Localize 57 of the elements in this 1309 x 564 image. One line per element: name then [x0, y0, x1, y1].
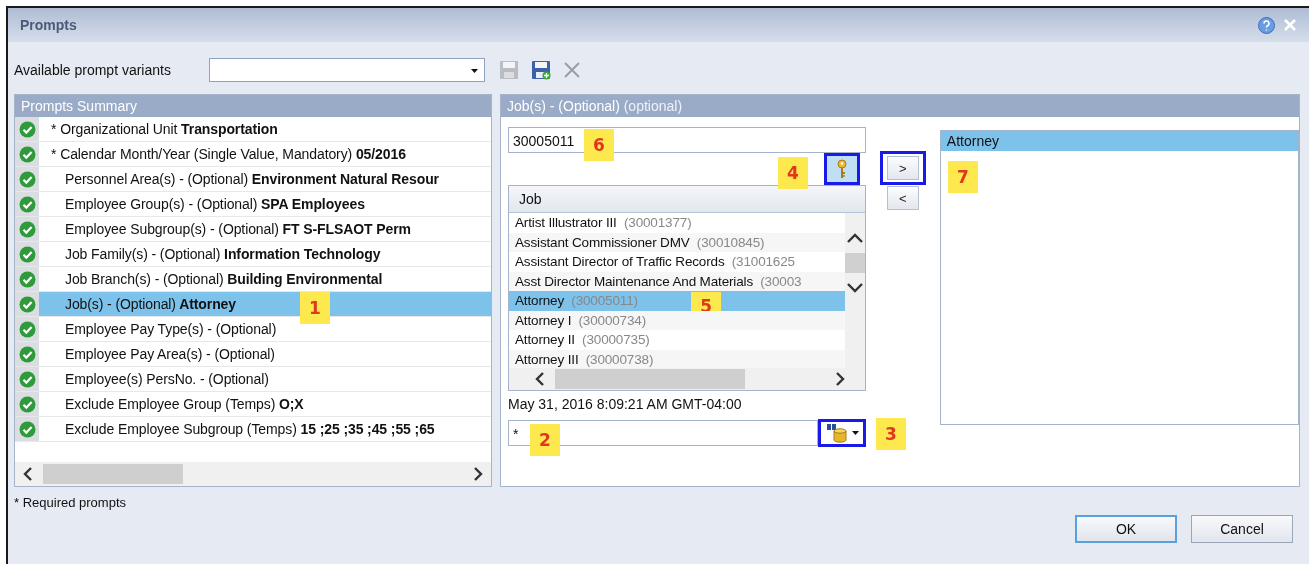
horizontal-scrollbar[interactable] [15, 462, 491, 486]
prompt-item[interactable]: Exclude Employee Subgroup (Temps) 15 ;25 ;35 ;45 ;55 ;65 [39, 417, 491, 441]
key-button[interactable] [824, 153, 860, 185]
prompt-item[interactable]: * Organizational Unit Transportation [39, 117, 491, 141]
job-item[interactable]: Attorney II (30000735) [509, 330, 845, 350]
ok-button[interactable]: OK [1075, 515, 1177, 543]
prompt-item[interactable]: Exclude Employee Group (Temps) O;X [39, 392, 491, 416]
cancel-button[interactable]: Cancel [1191, 515, 1293, 543]
prompt-item[interactable]: Employee Group(s) - (Optional) SPA Employees [39, 192, 491, 216]
scroll-right-icon[interactable] [835, 372, 845, 386]
scroll-down-icon[interactable] [847, 283, 863, 293]
timestamp: May 31, 2016 8:09:21 AM GMT-04:00 [508, 396, 743, 414]
scroll-thumb[interactable] [845, 253, 865, 273]
job-item[interactable]: Attorney III (30000738) [509, 349, 845, 368]
callout-number: 4 [778, 157, 808, 189]
prompt-item[interactable]: Job Branch(s) - (Optional) Building Environmental [39, 267, 491, 291]
job-item[interactable]: Assistant Director of Traffic Records (31001625 [509, 252, 845, 272]
scroll-right-icon[interactable] [473, 467, 483, 481]
prompt-item[interactable]: Employee(s) PersNo. - (Optional) [39, 367, 491, 391]
key-icon [837, 159, 847, 179]
prompt-item[interactable]: Employee Subgroup(s) - (Optional) FT S-FLSAOT Perm [39, 217, 491, 241]
panel-header: Prompts Summary [15, 95, 491, 117]
job-item[interactable]: Assistant Commissioner DMV (30010845) [509, 232, 845, 252]
caret-icon [471, 69, 478, 73]
prompt-item[interactable]: Personnel Area(s) - (Optional) Environment Natural Resour [39, 167, 491, 191]
window-title: Prompts [20, 17, 77, 33]
scroll-thumb[interactable] [555, 369, 745, 389]
callout-number: 1 [300, 292, 330, 324]
database-search-icon [825, 423, 848, 443]
scroll-left-icon[interactable] [535, 372, 545, 386]
scroll-thumb[interactable] [43, 464, 183, 484]
variants-dropdown[interactable] [209, 58, 485, 82]
vertical-scrollbar[interactable] [845, 213, 865, 368]
scroll-up-icon[interactable] [847, 233, 863, 243]
job-item[interactable]: Artist Illustrator III (30001377) [509, 213, 845, 233]
required-note: * Required prompts [14, 495, 126, 512]
panel-header: Job(s) - (Optional) (optional) [501, 95, 1299, 117]
save-as-icon[interactable] [531, 60, 551, 80]
column-header[interactable]: Job [509, 186, 865, 213]
caret-icon [851, 431, 859, 435]
horizontal-scrollbar[interactable] [509, 368, 865, 390]
job-item[interactable]: Attorney I (30000734) [509, 310, 845, 330]
prompt-item[interactable]: Employee Pay Area(s) - (Optional) [39, 342, 491, 366]
job-item[interactable]: Asst Director Maintenance And Materials (30003 [509, 271, 845, 291]
prompt-item[interactable]: Job Family(s) - (Optional) Information Technology [39, 242, 491, 266]
prompt-item[interactable]: * Calendar Month/Year (Single Value, Mandatory) 05/2016 [39, 142, 491, 166]
selected-item[interactable]: Attorney [940, 131, 1298, 151]
callout-number: 7 [947, 161, 978, 193]
variants-label: Available prompt variants [14, 62, 172, 78]
callout-number: 6 [584, 129, 614, 161]
search-button[interactable] [818, 419, 866, 447]
remove-button[interactable]: < [886, 186, 919, 210]
help-icon[interactable] [1258, 16, 1275, 34]
scroll-left-icon[interactable] [23, 467, 33, 481]
callout-number: 3 [876, 418, 906, 450]
callout-number: 2 [530, 424, 560, 456]
add-button[interactable]: > [886, 156, 919, 180]
